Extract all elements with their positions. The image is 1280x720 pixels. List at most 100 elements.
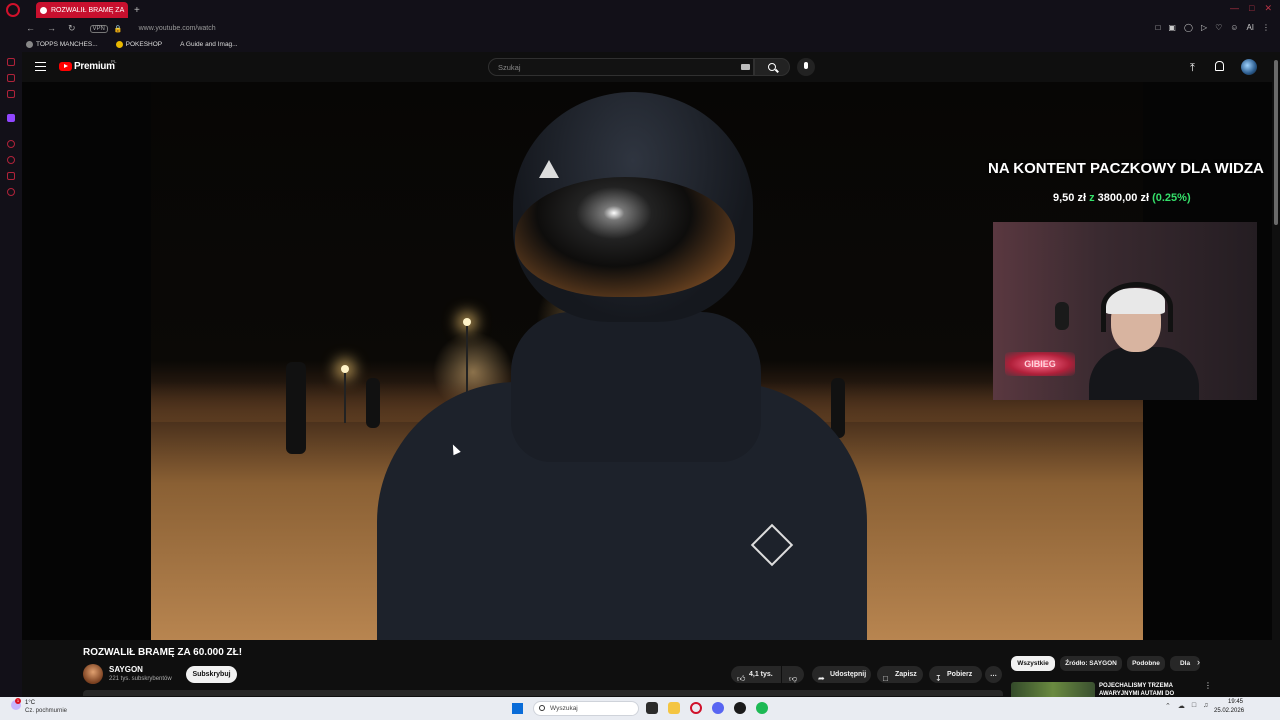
extensions-area: □ ▣ ◯ ▷ ♡ ☺ AI ⋮ — [1156, 23, 1270, 32]
video-player[interactable]: NA KONTENT PACZKOWY DLA WIDZA 9,50 zł z … — [22, 82, 1272, 640]
chevron-right-icon[interactable]: › — [1197, 657, 1200, 667]
sidebar-player-icon[interactable] — [7, 172, 15, 180]
taskbar-search[interactable]: Wyszukaj — [533, 701, 639, 716]
search-input[interactable]: Szukaj — [488, 58, 754, 76]
sidebar-more-icon[interactable] — [7, 666, 15, 674]
like-button[interactable]: 👍︎ 4,1 tys. — [731, 666, 781, 683]
lock-icon: 🔒 — [113, 25, 123, 33]
file-explorer-icon[interactable] — [668, 702, 680, 714]
browser-tab[interactable]: ROZWALIŁ BRAMĘ ZA — [36, 2, 128, 18]
save-button[interactable]: □ Zapisz — [877, 666, 923, 683]
channel-avatar[interactable] — [83, 664, 103, 684]
sidebar-settings-icon[interactable] — [7, 188, 15, 196]
volume-icon[interactable]: ♫ — [1203, 702, 1208, 710]
new-tab-button[interactable]: + — [134, 5, 140, 16]
mic-button[interactable] — [797, 58, 815, 76]
opera-logo-icon[interactable] — [6, 3, 20, 17]
reload-icon[interactable]: ↻ — [68, 23, 76, 34]
donation-percent: (0.25%) — [1152, 192, 1191, 204]
network-icon[interactable]: □ — [1192, 702, 1196, 710]
recommended-video-title[interactable]: POJECHALIŚMY TRZEMA AWARYJNYMI AUTAMI DO — [1099, 682, 1194, 696]
chip-all[interactable]: Wszystkie — [1011, 656, 1055, 671]
shield-icon[interactable]: ◯ — [1184, 23, 1193, 32]
menu-icon[interactable] — [35, 62, 46, 71]
heart-icon[interactable]: ♡ — [1215, 23, 1222, 32]
obs-icon[interactable] — [734, 702, 746, 714]
profile-icon[interactable]: ☺ — [1230, 23, 1238, 32]
url-field[interactable]: www.youtube.com/watch — [139, 25, 216, 32]
chip-source[interactable]: Źródło: SAYGON — [1060, 656, 1122, 671]
browser-sidebar — [0, 52, 22, 697]
streamer-body — [1089, 347, 1199, 400]
share-label: Udostępnij — [830, 671, 867, 678]
region-label: PL — [111, 59, 117, 64]
bookmark-label: TOPPS MANCHES... — [36, 41, 98, 48]
download-label: Pobierz — [947, 671, 973, 678]
save-icon: □ — [883, 674, 888, 683]
sidebar-ai-icon[interactable] — [7, 58, 15, 66]
headset — [1101, 282, 1173, 332]
search-button[interactable] — [754, 58, 790, 76]
window-controls: — □ ✕ — [1230, 3, 1272, 14]
skier-figure — [366, 378, 380, 428]
chip-for-you[interactable]: Dla — [1170, 656, 1200, 671]
street-lamp — [463, 318, 471, 326]
subscribe-button[interactable]: Subskrybuj — [186, 666, 237, 683]
bookmark-page-icon[interactable]: □ — [1156, 23, 1161, 32]
tray-chevron-icon[interactable]: ⌃ — [1165, 702, 1171, 710]
helmet-logo-icon — [539, 160, 559, 178]
youtube-premium-label[interactable]: Premium — [74, 61, 115, 72]
weather-description[interactable]: Cz. pochmurnie — [25, 708, 67, 714]
forward-icon[interactable]: → — [47, 23, 56, 34]
scrollbar-thumb[interactable] — [1274, 60, 1278, 225]
spotify-icon[interactable] — [756, 702, 768, 714]
chip-related[interactable]: Podobne — [1127, 656, 1165, 671]
discord-icon[interactable] — [712, 702, 724, 714]
youtube-header: Premium PL Szukaj ⤒ — [22, 52, 1280, 82]
maximize-button[interactable]: □ — [1249, 3, 1254, 14]
snapshot-icon[interactable]: ▣ — [1168, 23, 1176, 32]
dislike-button[interactable]: 👎︎ — [782, 666, 804, 683]
page-scrollbar[interactable] — [1273, 52, 1280, 697]
upload-icon[interactable]: ⤒ — [1190, 62, 1195, 75]
sidebar-messenger-icon[interactable] — [7, 74, 15, 82]
recommended-more-icon[interactable]: ⋮ — [1204, 681, 1212, 690]
ai-button[interactable]: AI — [1246, 23, 1254, 32]
browser-menu-icon[interactable]: ⋮ — [1262, 23, 1270, 32]
player-icon[interactable]: ▷ — [1201, 23, 1207, 32]
bookmark-item[interactable]: POKESHOP — [115, 41, 162, 48]
sidebar-instagram-icon[interactable] — [7, 90, 15, 98]
keyboard-icon[interactable] — [741, 64, 750, 70]
minimize-button[interactable]: — — [1230, 3, 1239, 14]
description-box[interactable] — [83, 690, 1003, 696]
sidebar-history-icon[interactable] — [7, 140, 15, 148]
vpn-badge[interactable]: VPN — [89, 24, 108, 33]
share-button[interactable]: ➦ Udostępnij — [812, 666, 871, 683]
weather-temperature[interactable]: 1°C — [25, 700, 35, 706]
bell-icon[interactable] — [1215, 61, 1224, 71]
opera-taskbar-icon[interactable] — [690, 702, 702, 714]
subscriber-count: 221 tys. subskrybentów — [109, 676, 172, 682]
system-tray: ⌃ ☁ □ ♫ — [1165, 702, 1208, 710]
back-icon[interactable]: ← — [26, 23, 35, 34]
channel-name[interactable]: SAYGON — [109, 665, 143, 674]
clock-date[interactable]: 25.02.2026 — [1214, 708, 1244, 714]
more-actions-button[interactable]: … — [985, 666, 1002, 683]
cloud-icon[interactable]: ☁ — [1178, 702, 1185, 710]
avatar[interactable] — [1241, 59, 1257, 75]
microphone — [1055, 302, 1069, 330]
clock-time[interactable]: 19:45 — [1228, 699, 1243, 705]
task-view-icon[interactable] — [646, 702, 658, 714]
bookmark-item[interactable]: TOPPS MANCHES... — [26, 41, 98, 48]
close-window-button[interactable]: ✕ — [1264, 3, 1272, 14]
donation-goal-title: NA KONTENT PACZKOWY DLA WIDZA — [988, 160, 1264, 177]
bookmark-item[interactable]: A Guide and Imag... — [180, 41, 237, 48]
lamp-pole — [344, 373, 346, 423]
sidebar-twitch-icon[interactable] — [7, 114, 15, 122]
skier-figure — [831, 378, 845, 438]
sidebar-clock-icon[interactable] — [7, 156, 15, 164]
recommended-video-thumbnail[interactable] — [1011, 682, 1095, 697]
youtube-logo-icon[interactable] — [59, 62, 72, 71]
windows-start-icon[interactable] — [512, 703, 523, 714]
download-button[interactable]: ↧ Pobierz — [929, 666, 982, 683]
